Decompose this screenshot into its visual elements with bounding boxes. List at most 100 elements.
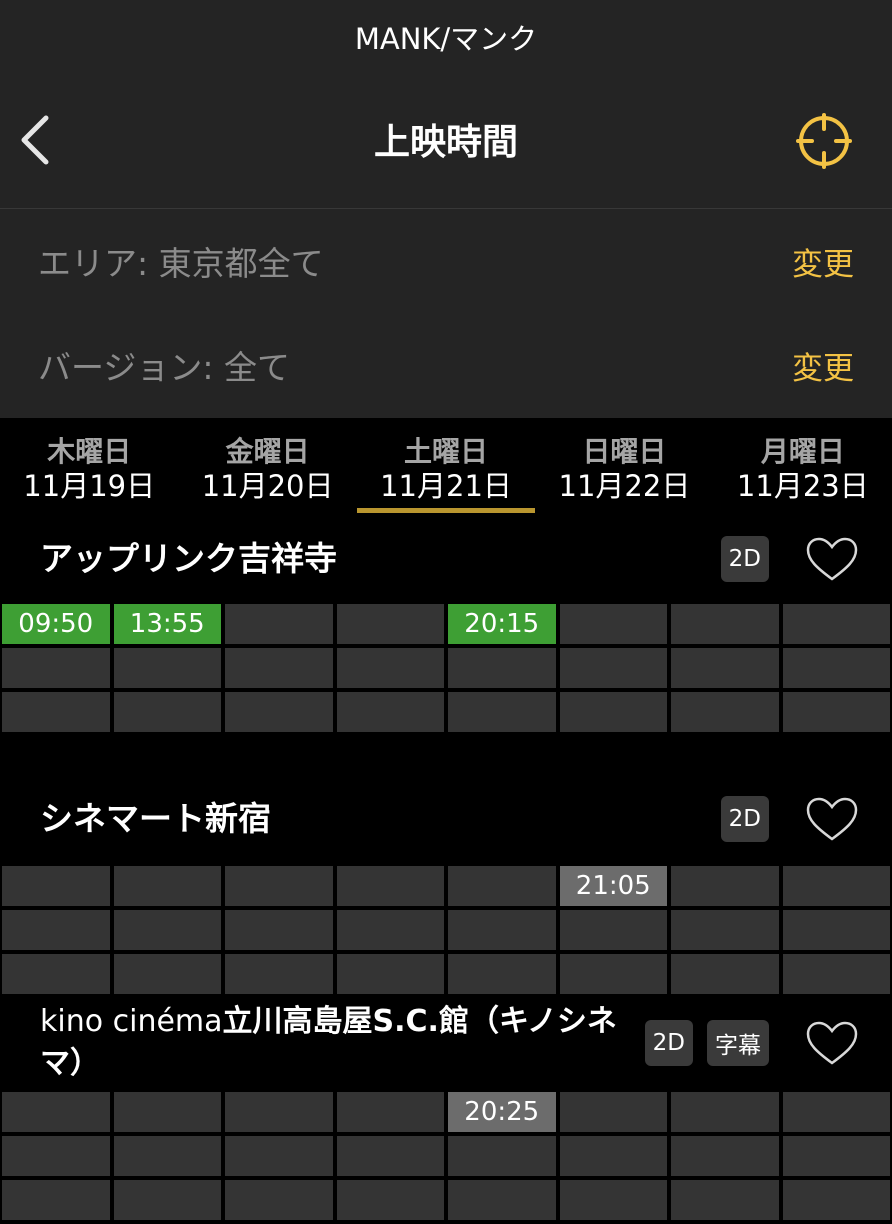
- empty-slot: [113, 1092, 221, 1132]
- day-tabs: 木曜日 11月19日 金曜日 11月20日 土曜日 11月21日 日曜日 11月…: [0, 418, 892, 518]
- empty-slot: [671, 1180, 779, 1220]
- page-title: 上映時間: [373, 122, 518, 163]
- theater-header[interactable]: アップリンク吉祥寺 2D: [0, 518, 892, 600]
- app-title: MANK/マンク: [0, 0, 892, 74]
- theater-header[interactable]: kino cinéma立川高島屋S.C.館（キノシネマ） 2D 字幕: [0, 998, 892, 1088]
- empty-slot: [448, 692, 556, 732]
- empty-slot: [336, 648, 444, 688]
- nav-bar: 上映時間: [0, 74, 892, 209]
- empty-slot: [225, 1180, 333, 1220]
- tab-weekday: 金曜日: [225, 434, 310, 468]
- empty-slot: [225, 1136, 333, 1176]
- empty-slot: [225, 866, 333, 906]
- crosshair-icon[interactable]: [796, 113, 852, 169]
- tab-weekday: 日曜日: [582, 434, 667, 468]
- empty-slot: [336, 954, 444, 994]
- empty-slot: [671, 604, 779, 644]
- filter-panel: エリア: 東京都全て 変更 バージョン: 全て 変更: [0, 209, 892, 418]
- showtime-grid: 09:50 13:55 20:15: [0, 600, 892, 736]
- empty-slot: [782, 1136, 890, 1176]
- showtime-slot[interactable]: 20:15: [448, 604, 556, 644]
- empty-slot: [671, 910, 779, 950]
- theater-name: アップリンク吉祥寺: [40, 539, 337, 578]
- empty-slot: [2, 954, 110, 994]
- empty-slot: [225, 604, 333, 644]
- showtime-grid: 20:25: [0, 1088, 892, 1224]
- empty-slot: [559, 1136, 667, 1176]
- format-tag: 2D: [644, 1020, 693, 1066]
- tab-date: 11月19日: [23, 468, 156, 503]
- empty-slot: [782, 604, 890, 644]
- empty-slot: [2, 1136, 110, 1176]
- change-area-button[interactable]: 変更: [792, 239, 854, 284]
- empty-slot: [113, 1136, 221, 1176]
- empty-slot: [782, 1180, 890, 1220]
- empty-slot: [336, 1136, 444, 1176]
- showtime-slot[interactable]: 13:55: [113, 604, 221, 644]
- theater-card: アップリンク吉祥寺 2D 09:50 13:55 20:15: [0, 518, 892, 736]
- tab-day-3[interactable]: 日曜日 11月22日: [535, 418, 713, 518]
- empty-slot: [559, 604, 667, 644]
- empty-slot: [336, 1180, 444, 1220]
- empty-slot: [2, 692, 110, 732]
- empty-slot: [113, 910, 221, 950]
- empty-slot: [2, 1092, 110, 1132]
- empty-slot: [2, 866, 110, 906]
- format-tag: 2D: [720, 536, 769, 582]
- showtime-slot[interactable]: 09:50: [2, 604, 110, 644]
- empty-slot: [448, 866, 556, 906]
- empty-slot: [559, 1092, 667, 1132]
- tab-day-0[interactable]: 木曜日 11月19日: [0, 418, 178, 518]
- empty-slot: [559, 1180, 667, 1220]
- chevron-left-icon[interactable]: [16, 110, 56, 170]
- heart-icon[interactable]: [805, 1020, 859, 1066]
- empty-slot: [559, 692, 667, 732]
- empty-slot: [336, 866, 444, 906]
- version-filter-row: バージョン: 全て 変更: [0, 313, 892, 417]
- empty-slot: [559, 648, 667, 688]
- empty-slot: [2, 648, 110, 688]
- empty-slot: [671, 1092, 779, 1132]
- tab-date: 11月20日: [201, 468, 334, 503]
- tab-weekday: 月曜日: [760, 434, 845, 468]
- empty-slot: [782, 648, 890, 688]
- empty-slot: [225, 1092, 333, 1132]
- subtitle-tag: 字幕: [707, 1020, 769, 1066]
- empty-slot: [336, 604, 444, 644]
- empty-slot: [225, 692, 333, 732]
- empty-slot: [671, 954, 779, 994]
- heart-icon[interactable]: [805, 796, 859, 842]
- empty-slot: [225, 648, 333, 688]
- empty-slot: [2, 910, 110, 950]
- version-filter-label: バージョン: 全て: [38, 348, 290, 387]
- showtime-slot[interactable]: 21:05: [559, 866, 667, 906]
- empty-slot: [782, 866, 890, 906]
- empty-slot: [113, 648, 221, 688]
- empty-slot: [782, 954, 890, 994]
- empty-slot: [2, 1180, 110, 1220]
- theater-name: シネマート新宿: [40, 799, 271, 838]
- empty-slot: [336, 910, 444, 950]
- empty-slot: [671, 692, 779, 732]
- empty-slot: [448, 954, 556, 994]
- change-version-button[interactable]: 変更: [792, 343, 854, 388]
- empty-slot: [113, 1180, 221, 1220]
- empty-slot: [336, 1092, 444, 1132]
- heart-icon[interactable]: [805, 536, 859, 582]
- empty-slot: [782, 910, 890, 950]
- area-filter-row: エリア: 東京都全て 変更: [0, 209, 892, 313]
- empty-slot: [559, 910, 667, 950]
- tab-weekday: 土曜日: [404, 434, 489, 468]
- empty-slot: [448, 1180, 556, 1220]
- tab-date: 11月21日: [380, 468, 512, 503]
- tab-day-4[interactable]: 月曜日 11月23日: [714, 418, 892, 518]
- empty-slot: [225, 910, 333, 950]
- tab-day-1[interactable]: 金曜日 11月20日: [178, 418, 356, 518]
- tab-day-2-selected[interactable]: 土曜日 11月21日: [356, 418, 536, 518]
- empty-slot: [448, 648, 556, 688]
- empty-slot: [782, 1092, 890, 1132]
- showtime-slot[interactable]: 20:25: [448, 1092, 556, 1132]
- theater-header[interactable]: シネマート新宿 2D: [0, 776, 892, 862]
- empty-slot: [113, 954, 221, 994]
- empty-slot: [336, 692, 444, 732]
